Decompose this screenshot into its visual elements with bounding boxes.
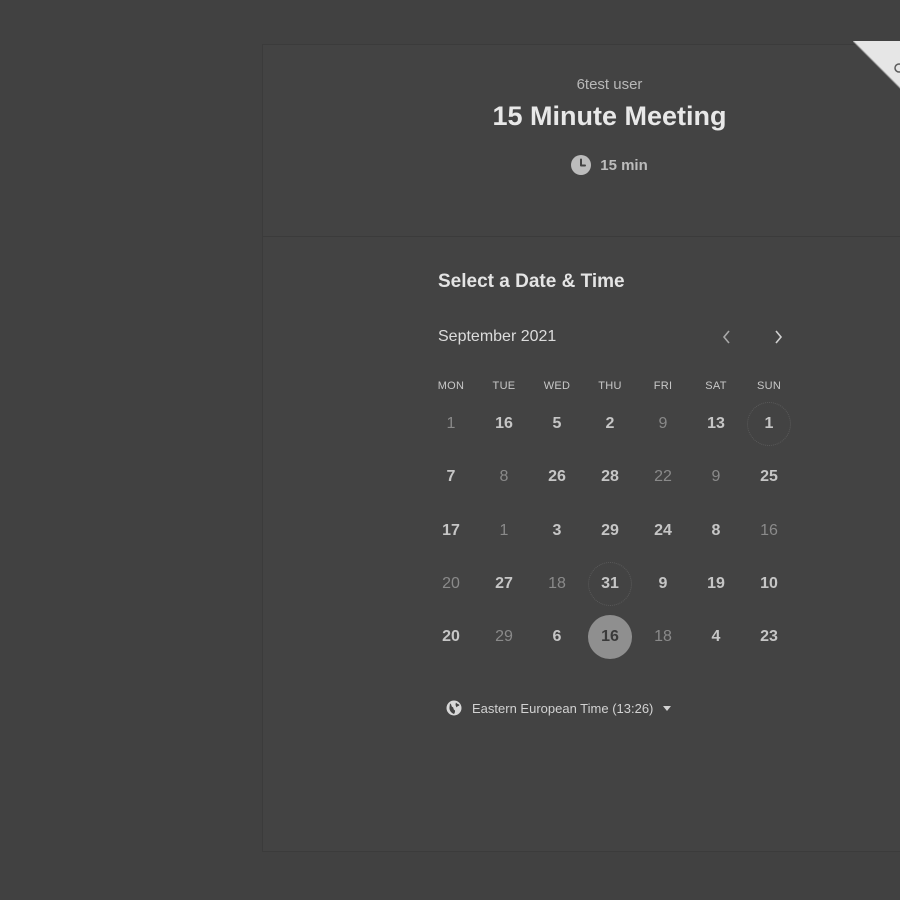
calendar-day: 1 [446,415,456,432]
chevron-right-icon [775,330,783,344]
calendar-day[interactable]: 8 [694,509,738,553]
calendar-day[interactable]: 4 [694,615,738,659]
globe-icon [446,700,462,716]
calendar-day[interactable]: 19 [694,562,738,606]
calendar-day: 8 [499,468,509,485]
calendar-day[interactable]: 2 [588,402,632,446]
calendar-day: 1 [499,522,509,539]
calendar-day[interactable]: 5 [535,402,579,446]
weekday-thu: THU [598,380,622,392]
calendar-day[interactable]: 6 [535,615,579,659]
weekday-sun: SUN [756,380,782,392]
event-header: 6test user 15 Minute Meeting 15 min [263,45,900,237]
calendar-day[interactable]: 1 [747,402,791,446]
event-duration: 15 min [263,155,900,175]
duration-label: 15 min [600,156,648,174]
weekday-mon: MON [437,380,465,392]
weekday-sat: SAT [705,380,727,392]
calendar-day-selected[interactable]: 16 [588,615,632,659]
section-title: Select a Date & Time [438,271,625,292]
calendar-day[interactable]: 16 [482,402,526,446]
calendar-day[interactable]: 10 [747,562,791,606]
calendar-day[interactable]: 29 [588,509,632,553]
corner-ribbon[interactable] [852,40,900,101]
calendar-day: 9 [658,415,668,432]
calendar-day[interactable]: 3 [535,509,579,553]
calendar-day: 20 [442,575,460,592]
calendar-day[interactable]: 20 [429,615,473,659]
weekday-wed: WED [543,380,571,392]
weekday-header: MON TUE WED THU FRI SAT SUN [263,380,900,394]
previous-month-button[interactable] [714,325,740,349]
calendar-day: 18 [548,575,566,592]
calendar-day: 18 [654,628,672,645]
calendar-day[interactable]: 9 [641,562,685,606]
timezone-label: Eastern European Time (13:26) [472,700,654,716]
calendar-day[interactable]: 23 [747,615,791,659]
weekday-tue: TUE [492,380,516,392]
calendar-day[interactable]: 25 [747,455,791,499]
calendar-day[interactable]: 27 [482,562,526,606]
page: 6test user 15 Minute Meeting 15 min Sele… [0,0,900,900]
weekday-fri: FRI [653,380,673,392]
calendar-day[interactable]: 17 [429,509,473,553]
caret-down-icon [663,705,672,711]
booking-card: 6test user 15 Minute Meeting 15 min Sele… [262,44,900,852]
calendar-day: 29 [495,628,513,645]
chevron-left-icon [722,330,730,344]
organizer-name: 6test user [576,76,643,93]
timezone-selector[interactable]: Eastern European Time (13:26) [446,700,672,716]
calendar-day[interactable]: 24 [641,509,685,553]
clock-icon [571,155,592,175]
calendar-day[interactable]: 28 [588,455,632,499]
calendar-day[interactable]: 13 [694,402,738,446]
event-title: 15 Minute Meeting [492,101,727,131]
month-label: September 2021 [438,328,557,345]
calendar-day[interactable]: 7 [429,455,473,499]
calendar-day[interactable]: 31 [588,562,632,606]
calendar-day: 9 [711,468,721,485]
calendar-day: 16 [760,522,778,539]
calendar-day[interactable]: 26 [535,455,579,499]
next-month-button[interactable] [765,325,791,349]
calendar-day: 22 [654,468,672,485]
